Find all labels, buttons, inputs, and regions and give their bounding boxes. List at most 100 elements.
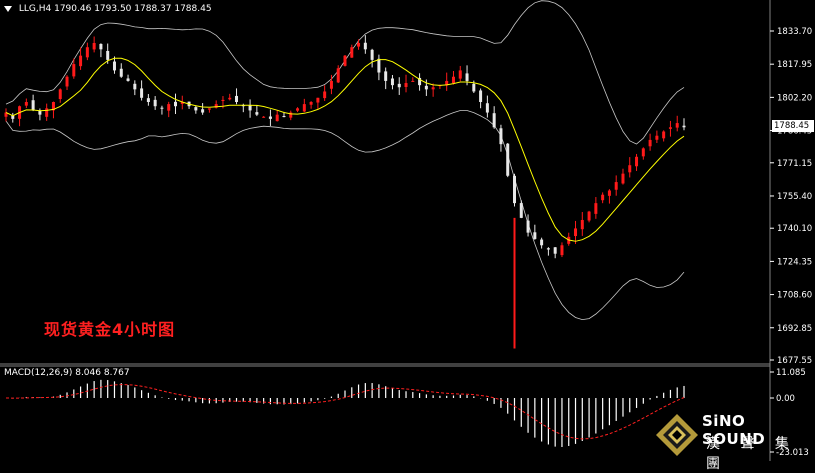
candle-body (140, 88, 144, 98)
candle-body (343, 55, 347, 66)
candle-body (85, 47, 89, 58)
candle-body (553, 247, 557, 254)
candle-body (194, 107, 198, 111)
candle-body (282, 116, 286, 118)
candle-body (92, 43, 96, 50)
price-tick-label: 1677.55 (777, 356, 812, 366)
symbol-label: LLG,H4 (18, 4, 52, 14)
candle-body (363, 42, 367, 50)
chart-title: 现货黄金4小时图 (44, 320, 176, 339)
price-tick-label: 1692.85 (777, 324, 812, 334)
candle-body (248, 104, 252, 111)
current-price-badge: 1788.45 (772, 120, 814, 132)
candle-body (655, 135, 659, 140)
sinosound-logo: SiNO SOUND 漢 聲 集 團 (654, 410, 814, 472)
candle-body (174, 101, 177, 107)
price-tick-label: 1802.20 (777, 93, 812, 103)
candle-body (533, 232, 537, 239)
candle-body (350, 47, 354, 58)
candle-body (160, 107, 164, 109)
candle-body (31, 100, 35, 111)
candles (4, 35, 686, 349)
candle-body (268, 116, 272, 119)
candle-body (540, 239, 544, 246)
candle-body (472, 83, 476, 92)
chart-window: 1833.701817.951802.201786.451771.151755.… (0, 0, 815, 472)
price-tick-label: 1817.95 (777, 60, 812, 70)
price-tick-label: 1724.35 (777, 257, 812, 267)
candle-body (146, 98, 150, 103)
candle-body (404, 83, 408, 87)
candle-body (370, 49, 374, 60)
price-chart: 1833.701817.951802.201786.451771.151755.… (0, 0, 812, 461)
candle-body (296, 108, 300, 111)
chart-header: LLG,H4 1790.46 1793.50 1788.37 1788.45 (4, 4, 212, 14)
candle-body (479, 90, 483, 103)
candle-body (648, 139, 652, 147)
candle-body (377, 58, 381, 73)
candle-body (316, 97, 320, 103)
candle-body (201, 109, 205, 113)
candle-body (126, 78, 130, 81)
diamond-logo-icon (656, 414, 698, 456)
candle-body (594, 203, 598, 214)
candle-body (560, 245, 564, 256)
candle-body (58, 89, 62, 100)
macd-tick-label: 0.00 (776, 394, 795, 404)
candle-body (79, 55, 83, 67)
logo-chinese-text: 漢 聲 集 團 (706, 436, 797, 472)
macd-label: MACD(12,26,9) 8.046 8.767 (4, 368, 130, 378)
candle-body (485, 103, 489, 113)
candle-body (614, 182, 618, 190)
candle-body (336, 68, 340, 83)
candle-body (458, 70, 462, 79)
price-tick-label: 1708.60 (777, 291, 812, 301)
candle-body (682, 125, 686, 128)
macd-tick-label: 11.085 (776, 368, 806, 378)
candle-body (384, 71, 388, 81)
candle-body (451, 76, 455, 84)
candle-body (167, 104, 171, 111)
candle-body (513, 175, 516, 204)
candle-body (329, 80, 333, 89)
price-tick-label: 1755.40 (777, 192, 812, 202)
candle-body (628, 165, 632, 173)
candle-body (424, 85, 428, 90)
candle-body (45, 108, 49, 117)
candle-body (411, 80, 415, 82)
candle-body (662, 131, 666, 139)
candle-body (24, 102, 28, 106)
candle-body (133, 83, 137, 90)
price-tick-label: 1833.70 (777, 27, 812, 37)
price-tick-label: 1740.10 (777, 224, 812, 234)
candle-body (228, 97, 232, 100)
candle-body (397, 83, 401, 88)
candle-body (499, 128, 503, 145)
candle-body (431, 87, 435, 90)
candle-body (465, 73, 469, 81)
candle-body (65, 76, 69, 87)
candle-body (112, 61, 116, 71)
candle-body (255, 112, 259, 115)
price-axis: 1833.701817.951802.201786.451771.151755.… (770, 27, 812, 366)
candle-body (621, 173, 625, 184)
candle-body (587, 211, 591, 221)
candle-body (357, 43, 361, 47)
candle-body (635, 156, 639, 167)
candle-body (390, 78, 394, 86)
macd-histogram (5, 379, 685, 447)
candle-body (675, 123, 679, 128)
candle-body (309, 102, 313, 105)
dropdown-triangle-icon[interactable] (4, 5, 12, 12)
candle-body (519, 203, 523, 218)
candle-body (641, 148, 645, 157)
candle-body (119, 68, 123, 77)
candle-body (580, 219, 584, 230)
candle-body (235, 95, 239, 103)
candle-body (601, 194, 605, 201)
candle-body (106, 50, 110, 60)
candle-body (574, 228, 578, 237)
candle-body (506, 143, 510, 176)
candle-body (607, 190, 611, 196)
candle-body (526, 220, 530, 233)
